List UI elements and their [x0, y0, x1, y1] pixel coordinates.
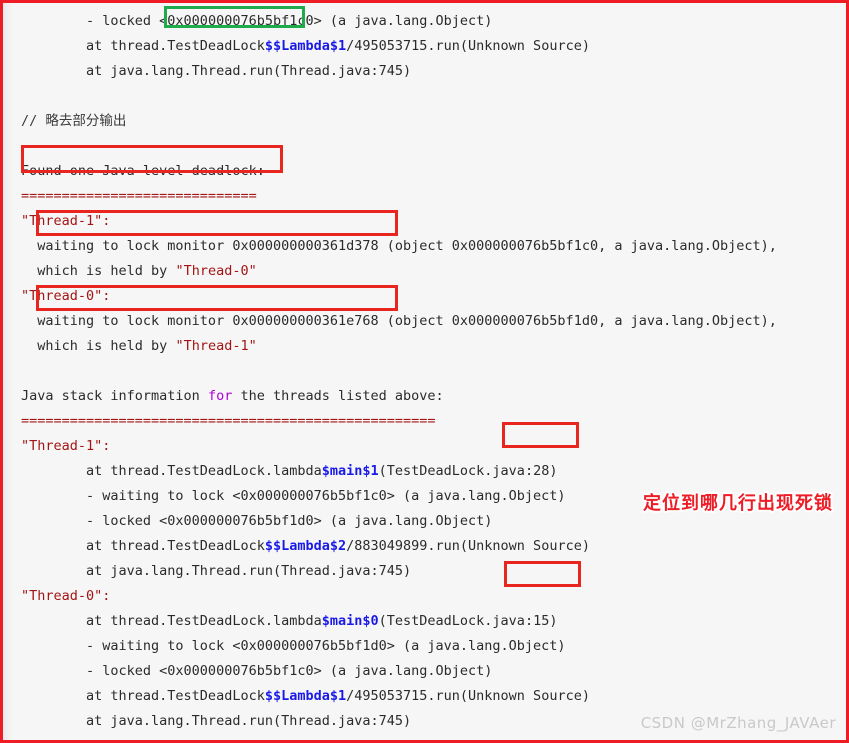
code-token: $$Lambda$1	[264, 688, 347, 704]
code-token: - locked <0x000000076b5bf1d0> (a java.la…	[21, 513, 493, 529]
csdn-watermark: CSDN @MrZhang_JAVAer	[640, 714, 836, 732]
code-token: - waiting to lock <0x000000076b5bf1c0> (…	[21, 488, 566, 504]
code-token: (TestDeadLock.java:28)	[378, 463, 558, 479]
code-token: at thread.TestDeadLock.lambda	[21, 463, 322, 479]
code-token: $main$1	[321, 463, 379, 479]
code-token: the threads listed above:	[232, 388, 444, 404]
code-line: =============================	[3, 184, 846, 209]
code-line: - waiting to lock <0x000000076b5bf1d0> (…	[3, 634, 846, 659]
code-line: at thread.TestDeadLock.lambda$main$0(Tes…	[3, 609, 846, 634]
code-line: // 略去部分输出	[3, 109, 846, 134]
code-line: ========================================…	[3, 409, 846, 434]
code-token: $$Lambda$2	[264, 538, 347, 554]
code-line: "Thread-1":	[3, 209, 846, 234]
code-line: "Thread-0":	[3, 584, 846, 609]
code-output-panel[interactable]: - locked <0x000000076b5bf1c0> (a java.la…	[3, 3, 846, 740]
code-token: at java.lang.Thread.run(Thread.java:745)	[21, 563, 412, 579]
chinese-annotation-note: 定位到哪几行出现死锁	[643, 493, 833, 514]
deadlock-stacktrace-screenshot: - locked <0x000000076b5bf1c0> (a java.la…	[0, 0, 849, 743]
code-token: - locked <0x000000076b5bf1c0> (a java.la…	[21, 663, 493, 679]
code-token: at java.lang.Thread.run(Thread.java:745)	[21, 713, 412, 729]
code-token: Java stack information	[21, 388, 208, 404]
code-token: =============================	[21, 188, 257, 204]
code-token: "Thread-1":	[21, 213, 111, 229]
code-token: waiting to lock monitor 0x000000000361d3…	[21, 238, 379, 254]
code-token: (TestDeadLock.java:15)	[378, 613, 558, 629]
code-line: at thread.TestDeadLock$$Lambda$1/4950537…	[3, 684, 846, 709]
code-line	[3, 134, 846, 159]
code-token: $$Lambda$1	[264, 38, 347, 54]
code-token: "Thread-1"	[175, 338, 257, 354]
code-line: at thread.TestDeadLock$$Lambda$2/8830498…	[3, 534, 846, 559]
code-token: waiting to lock monitor 0x000000000361e7…	[21, 313, 379, 329]
code-line	[3, 359, 846, 384]
code-token: $main$0	[321, 613, 379, 629]
code-token: "Thread-0"	[175, 263, 257, 279]
code-token: "Thread-1":	[21, 438, 111, 454]
code-token: // 略去部分输出	[21, 113, 127, 129]
code-line: waiting to lock monitor 0x000000000361e7…	[3, 309, 846, 334]
code-token: - waiting to lock <0x000000076b5bf1d0> (…	[21, 638, 566, 654]
code-line: at java.lang.Thread.run(Thread.java:745)	[3, 59, 846, 84]
code-line: at java.lang.Thread.run(Thread.java:745)	[3, 559, 846, 584]
code-token: "Thread-0":	[21, 288, 111, 304]
code-token: ========================================…	[21, 413, 436, 429]
code-token: "Thread-0":	[21, 588, 111, 604]
code-token: <0x000000076b5bf1c0>	[159, 13, 322, 29]
code-line: "Thread-1":	[3, 434, 846, 459]
code-line	[3, 84, 846, 109]
code-line: Found one Java-level deadlock:	[3, 159, 846, 184]
code-token: at java.lang.Thread.run(Thread.java:745)	[21, 63, 412, 79]
code-line: "Thread-0":	[3, 284, 846, 309]
code-token: at thread.TestDeadLock	[21, 38, 265, 54]
code-line: at thread.TestDeadLock.lambda$main$1(Tes…	[3, 459, 846, 484]
code-token: which is held by	[21, 338, 176, 354]
code-line: which is held by "Thread-1"	[3, 334, 846, 359]
code-token: at thread.TestDeadLock	[21, 688, 265, 704]
code-line: waiting to lock monitor 0x000000000361d3…	[3, 234, 846, 259]
code-token: which is held by	[21, 263, 176, 279]
code-line	[3, 734, 846, 740]
code-token: for	[207, 388, 233, 404]
code-token: - locked	[21, 13, 160, 29]
code-token: /495053715.run(Unknown Source)	[346, 38, 590, 54]
code-line: which is held by "Thread-0"	[3, 259, 846, 284]
code-line: - locked <0x000000076b5bf1c0> (a java.la…	[3, 659, 846, 684]
code-line: Java stack information for the threads l…	[3, 384, 846, 409]
code-token: at thread.TestDeadLock.lambda	[21, 613, 322, 629]
code-token: (object 0x000000076b5bf1c0, a java.lang.…	[378, 238, 777, 254]
code-line: at thread.TestDeadLock$$Lambda$1/4950537…	[3, 34, 846, 59]
code-token: /883049899.run(Unknown Source)	[346, 538, 590, 554]
code-token: Found one Java-level deadlock:	[21, 163, 265, 179]
code-line: - locked <0x000000076b5bf1c0> (a java.la…	[3, 9, 846, 34]
code-token: (object 0x000000076b5bf1d0, a java.lang.…	[378, 313, 777, 329]
code-token: (a java.lang.Object)	[321, 13, 493, 29]
code-line-list: - locked <0x000000076b5bf1c0> (a java.la…	[3, 9, 846, 740]
code-token: at thread.TestDeadLock	[21, 538, 265, 554]
code-token: /495053715.run(Unknown Source)	[346, 688, 590, 704]
